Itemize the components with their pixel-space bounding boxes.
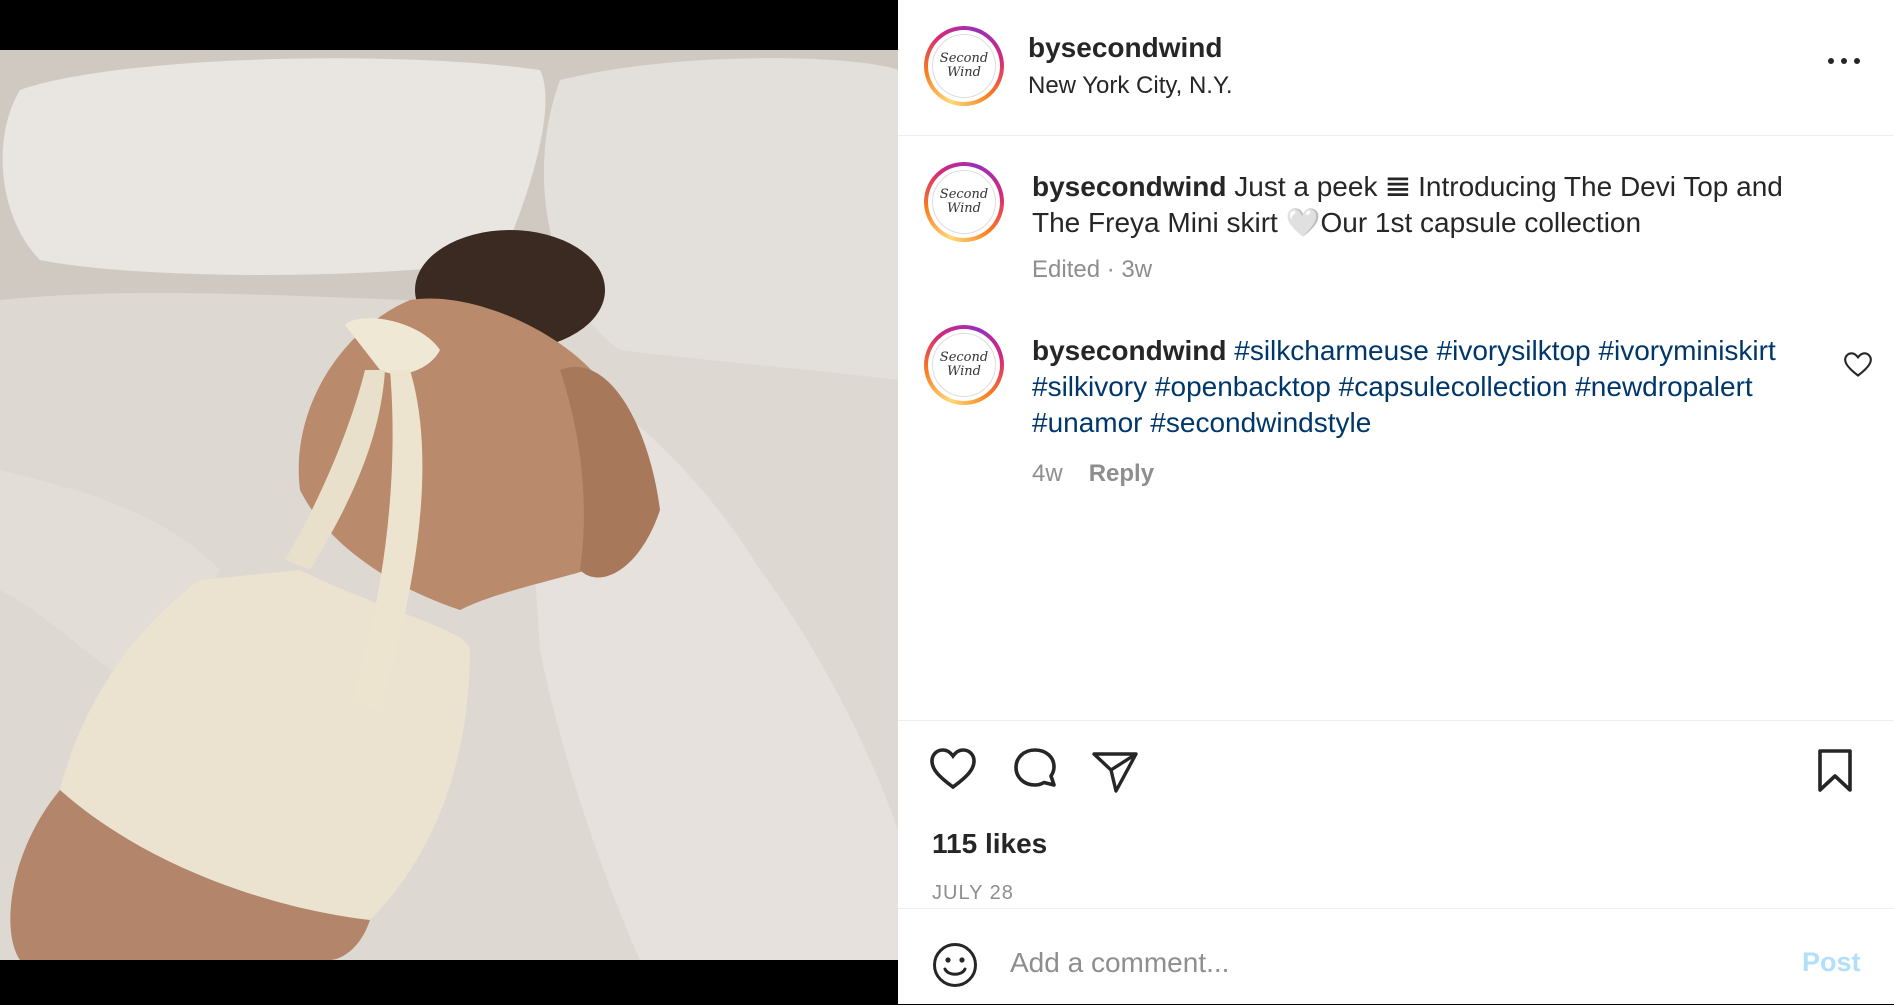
hashtag-link[interactable]: #secondwindstyle (1150, 407, 1371, 438)
more-dot (1828, 58, 1834, 64)
photo-illustration (0, 50, 898, 960)
comment-username[interactable]: bysecondwind (1032, 335, 1226, 366)
reply-button[interactable]: Reply (1089, 460, 1154, 487)
hashtag-comment: bysecondwind #silkcharmeuse #ivorysilkto… (1032, 333, 1822, 441)
comment-age: 4w (1032, 460, 1063, 487)
more-dot (1854, 58, 1860, 64)
caption-text: bysecondwind Just a peek 𝌆 Introducing T… (1032, 169, 1832, 241)
avatar-inner: Second Wind (928, 30, 1000, 102)
avatar[interactable]: Second Wind (924, 26, 1004, 106)
comment-avatar[interactable]: Second Wind (924, 325, 1004, 405)
likes-count[interactable]: 115 likes (932, 828, 1047, 860)
post-date: JULY 28 (932, 882, 1014, 904)
post-media (0, 0, 898, 1004)
post-sidebar: Second Wind bysecondwind New York City, … (898, 0, 1894, 1004)
hashtag-link[interactable]: #ivorysilktop (1437, 335, 1591, 366)
comment-like-heart-icon[interactable] (1844, 352, 1872, 378)
add-comment-bar: Post (898, 908, 1894, 1005)
bookmark-icon[interactable] (1810, 745, 1860, 795)
hashtag-link[interactable]: #ivoryminiskirt (1598, 335, 1775, 366)
avatar-inner: Second Wind (928, 329, 1000, 401)
hashtag-link[interactable]: #unamor (1032, 407, 1143, 438)
header-location[interactable]: New York City, N.Y. (1028, 72, 1233, 100)
hashtag-link[interactable]: #newdropalert (1575, 371, 1752, 402)
hashtag-link[interactable]: #silkivory (1032, 371, 1147, 402)
post-button[interactable]: Post (1802, 947, 1861, 978)
header-username[interactable]: bysecondwind (1028, 32, 1222, 64)
avatar-logo-text-2: Wind (947, 364, 981, 379)
avatar-logo: Second Wind (932, 170, 996, 234)
avatar-logo-text-1: Second (939, 187, 989, 202)
hashtag-link[interactable]: #openbacktop (1155, 371, 1331, 402)
avatar-logo: Second Wind (932, 333, 996, 397)
comment-meta: 4w Reply (1032, 460, 1154, 488)
avatar-logo-text-2: Wind (947, 201, 981, 216)
comment-icon[interactable] (1010, 745, 1060, 795)
hashtag-link[interactable]: #silkcharmeuse (1234, 335, 1429, 366)
hashtag-link[interactable]: #capsulecollection (1339, 371, 1568, 402)
heart-icon[interactable] (928, 745, 978, 795)
more-icon[interactable] (1824, 46, 1864, 76)
avatar-logo: Second Wind (932, 34, 996, 98)
share-icon[interactable] (1090, 745, 1140, 795)
caption-meta: Edited · 3w (1032, 256, 1153, 283)
avatar-inner: Second Wind (928, 166, 1000, 238)
more-dot (1841, 58, 1847, 64)
avatar-logo-text-1: Second (939, 51, 989, 66)
avatar-logo-text-2: Wind (947, 65, 981, 80)
caption-username[interactable]: bysecondwind (1032, 171, 1226, 202)
caption-avatar[interactable]: Second Wind (924, 162, 1004, 242)
emoji-icon[interactable] (932, 942, 978, 988)
post-header: Second Wind bysecondwind New York City, … (898, 0, 1894, 136)
post-photo[interactable] (0, 50, 898, 960)
avatar-logo-text-1: Second (939, 350, 989, 365)
actions-divider (898, 720, 1894, 721)
add-comment-input[interactable] (1008, 939, 1712, 987)
